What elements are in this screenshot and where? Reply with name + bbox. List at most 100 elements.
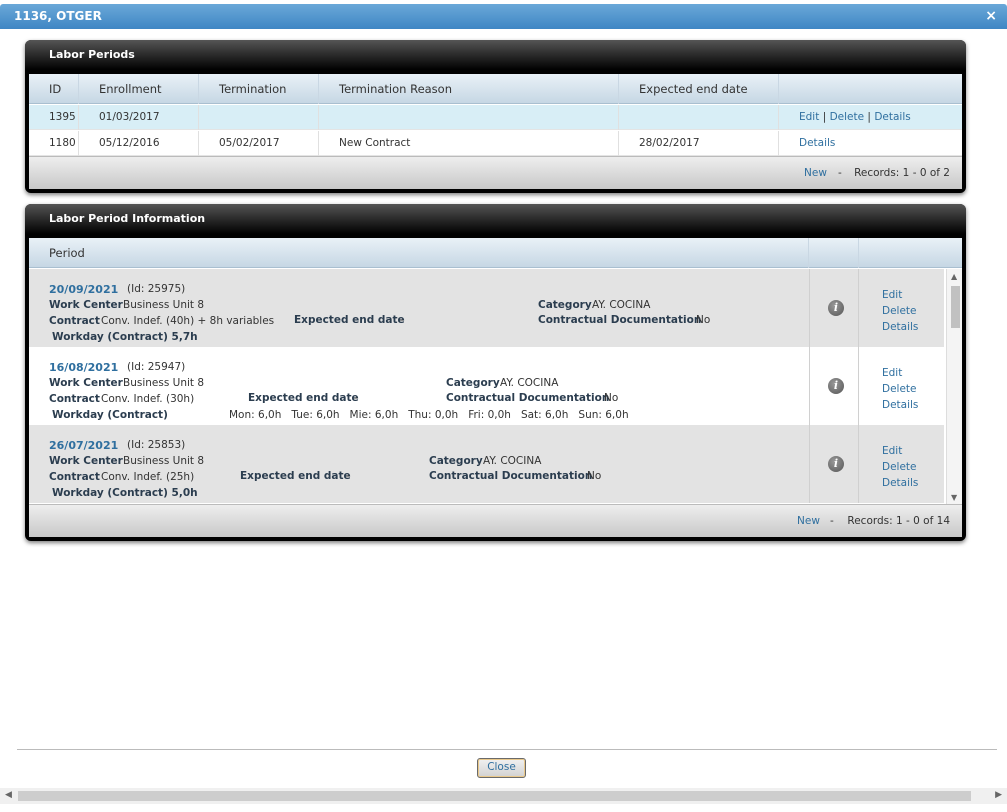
contractual-doc-label: Contractual Documentation: [446, 392, 610, 404]
cell-termination: [199, 105, 319, 130]
delete-link[interactable]: Delete: [882, 459, 918, 475]
window-title: 1136, OTGER: [14, 9, 102, 23]
new-link[interactable]: New: [797, 505, 820, 538]
edit-link[interactable]: Edit: [882, 365, 918, 381]
cell-enrollment: 05/12/2016: [79, 131, 199, 156]
scroll-up-icon[interactable]: ▲: [951, 272, 957, 281]
scroll-thumb[interactable]: [951, 286, 960, 328]
details-link[interactable]: Details: [882, 397, 918, 413]
period-date[interactable]: 20/09/2021: [49, 283, 118, 296]
period-grid: Period 20/09/2021 (Id: 25975) Work Cente…: [29, 238, 962, 505]
contract-label: Contract: [49, 315, 100, 327]
period-list[interactable]: 20/09/2021 (Id: 25975) Work Center Busin…: [29, 269, 962, 505]
col-info: [809, 238, 859, 268]
info-cell: i: [809, 347, 859, 425]
info-icon[interactable]: i: [828, 378, 844, 394]
scroll-down-icon[interactable]: ▼: [951, 493, 957, 502]
scroll-thumb[interactable]: [18, 791, 971, 801]
list-item: 20/09/2021 (Id: 25975) Work Center Busin…: [29, 269, 944, 347]
col-actions: [779, 74, 962, 104]
separator: |: [822, 111, 827, 123]
category-label: Category: [429, 455, 483, 467]
records-count: Records: 1 - 0 of 2: [854, 167, 950, 179]
contract-value: Conv. Indef. (40h) + 8h variables: [101, 315, 275, 327]
cell-id: 1180: [29, 131, 79, 156]
period-id: (Id: 25947): [127, 361, 186, 373]
col-enrollment: Enrollment: [79, 74, 199, 104]
panel-title: Labor Period Information: [25, 204, 966, 234]
category-value: AY. COCINA: [483, 455, 542, 467]
close-button[interactable]: Close: [477, 758, 526, 778]
category-value: AY. COCINA: [500, 377, 559, 389]
details-link[interactable]: Details: [799, 137, 835, 149]
weekly-schedule: Mon: 6,0h Tue: 6,0h Mie: 6,0h Thu: 0,0h …: [229, 409, 629, 421]
cell-actions: Edit | Delete | Details: [779, 105, 962, 130]
category-label: Category: [446, 377, 500, 389]
cell-actions: Details: [779, 131, 962, 156]
list-item: 26/07/2021 (Id: 25853) Work Center Busin…: [29, 425, 944, 503]
workday-label: Workday (Contract): [52, 409, 168, 421]
period-id: (Id: 25975): [127, 283, 186, 295]
work-center-value: Business Unit 8: [123, 377, 205, 389]
col-actions: [859, 238, 962, 268]
expected-end-label: Expected end date: [240, 470, 351, 482]
separator: |: [867, 111, 871, 123]
expected-end-label: Expected end date: [294, 314, 405, 326]
new-link[interactable]: New: [804, 157, 827, 190]
col-termination-reason: Termination Reason: [319, 74, 619, 104]
period-date[interactable]: 16/08/2021: [49, 361, 118, 374]
footer-separator: -: [838, 167, 842, 179]
info-cell: i: [809, 425, 859, 503]
close-icon[interactable]: ×: [985, 4, 997, 29]
work-center-label: Work Center: [49, 455, 123, 467]
labor-periods-panel: Labor Periods ID Enrollment Termination …: [25, 40, 966, 193]
grid-footer: New - Records: 1 - 0 of 14: [29, 504, 962, 537]
work-center-value: Business Unit 8: [123, 299, 205, 311]
details-link[interactable]: Details: [874, 111, 910, 123]
delete-link[interactable]: Delete: [882, 303, 918, 319]
cell-expected-end: [619, 105, 779, 130]
edit-link[interactable]: Edit: [882, 287, 918, 303]
period-id: (Id: 25853): [127, 439, 186, 451]
row-actions: Edit Delete Details: [882, 365, 918, 413]
grid-footer: New - Records: 1 - 0 of 2: [29, 156, 962, 189]
panel-title: Labor Periods: [25, 40, 966, 70]
footer-separator: -: [830, 515, 834, 527]
delete-link[interactable]: Delete: [882, 381, 918, 397]
edit-link[interactable]: Edit: [882, 443, 918, 459]
labor-period-info-panel: Labor Period Information Period 20/09/20…: [25, 204, 966, 541]
cell-id: 1395: [29, 105, 79, 130]
table-row[interactable]: 1180 05/12/2016 05/02/2017 New Contract …: [29, 131, 962, 156]
workday-label: Workday (Contract) 5,0h: [52, 487, 198, 499]
contract-label: Contract: [49, 393, 100, 405]
contractual-doc-value: No: [604, 392, 619, 404]
row-actions: Edit Delete Details: [882, 287, 918, 335]
contractual-doc-value: No: [587, 470, 602, 482]
expected-end-value: -: [346, 470, 350, 482]
period-date[interactable]: 26/07/2021: [49, 439, 118, 452]
col-termination: Termination: [199, 74, 319, 104]
delete-link[interactable]: Delete: [830, 111, 865, 123]
scroll-left-icon[interactable]: ◀: [5, 790, 12, 800]
contractual-doc-value: No: [696, 314, 711, 326]
records-count: Records: 1 - 0 of 14: [847, 515, 950, 527]
info-icon[interactable]: i: [828, 300, 844, 316]
horizontal-scrollbar[interactable]: ◀ ▶: [0, 788, 1007, 804]
category-value: AY. COCINA: [592, 299, 651, 311]
cell-enrollment: 01/03/2017: [79, 105, 199, 130]
info-icon[interactable]: i: [828, 456, 844, 472]
scroll-right-icon[interactable]: ▶: [995, 790, 1002, 800]
grid-header: ID Enrollment Termination Termination Re…: [29, 74, 962, 104]
footer-divider: [17, 749, 997, 750]
details-link[interactable]: Details: [882, 319, 918, 335]
table-row[interactable]: 1395 01/03/2017 Edit | Delete | Details: [29, 105, 962, 130]
vertical-scrollbar[interactable]: ▲ ▼: [946, 269, 962, 505]
edit-link[interactable]: Edit: [799, 111, 819, 123]
contract-value: Conv. Indef. (25h): [101, 471, 195, 483]
row-actions: Edit Delete Details: [882, 443, 918, 491]
contractual-doc-label: Contractual Documentation: [538, 314, 702, 326]
cell-expected-end: 28/02/2017: [619, 131, 779, 156]
details-link[interactable]: Details: [882, 475, 918, 491]
expected-end-value: -: [400, 314, 404, 326]
window-title-bar: 1136, OTGER ×: [0, 4, 1007, 29]
